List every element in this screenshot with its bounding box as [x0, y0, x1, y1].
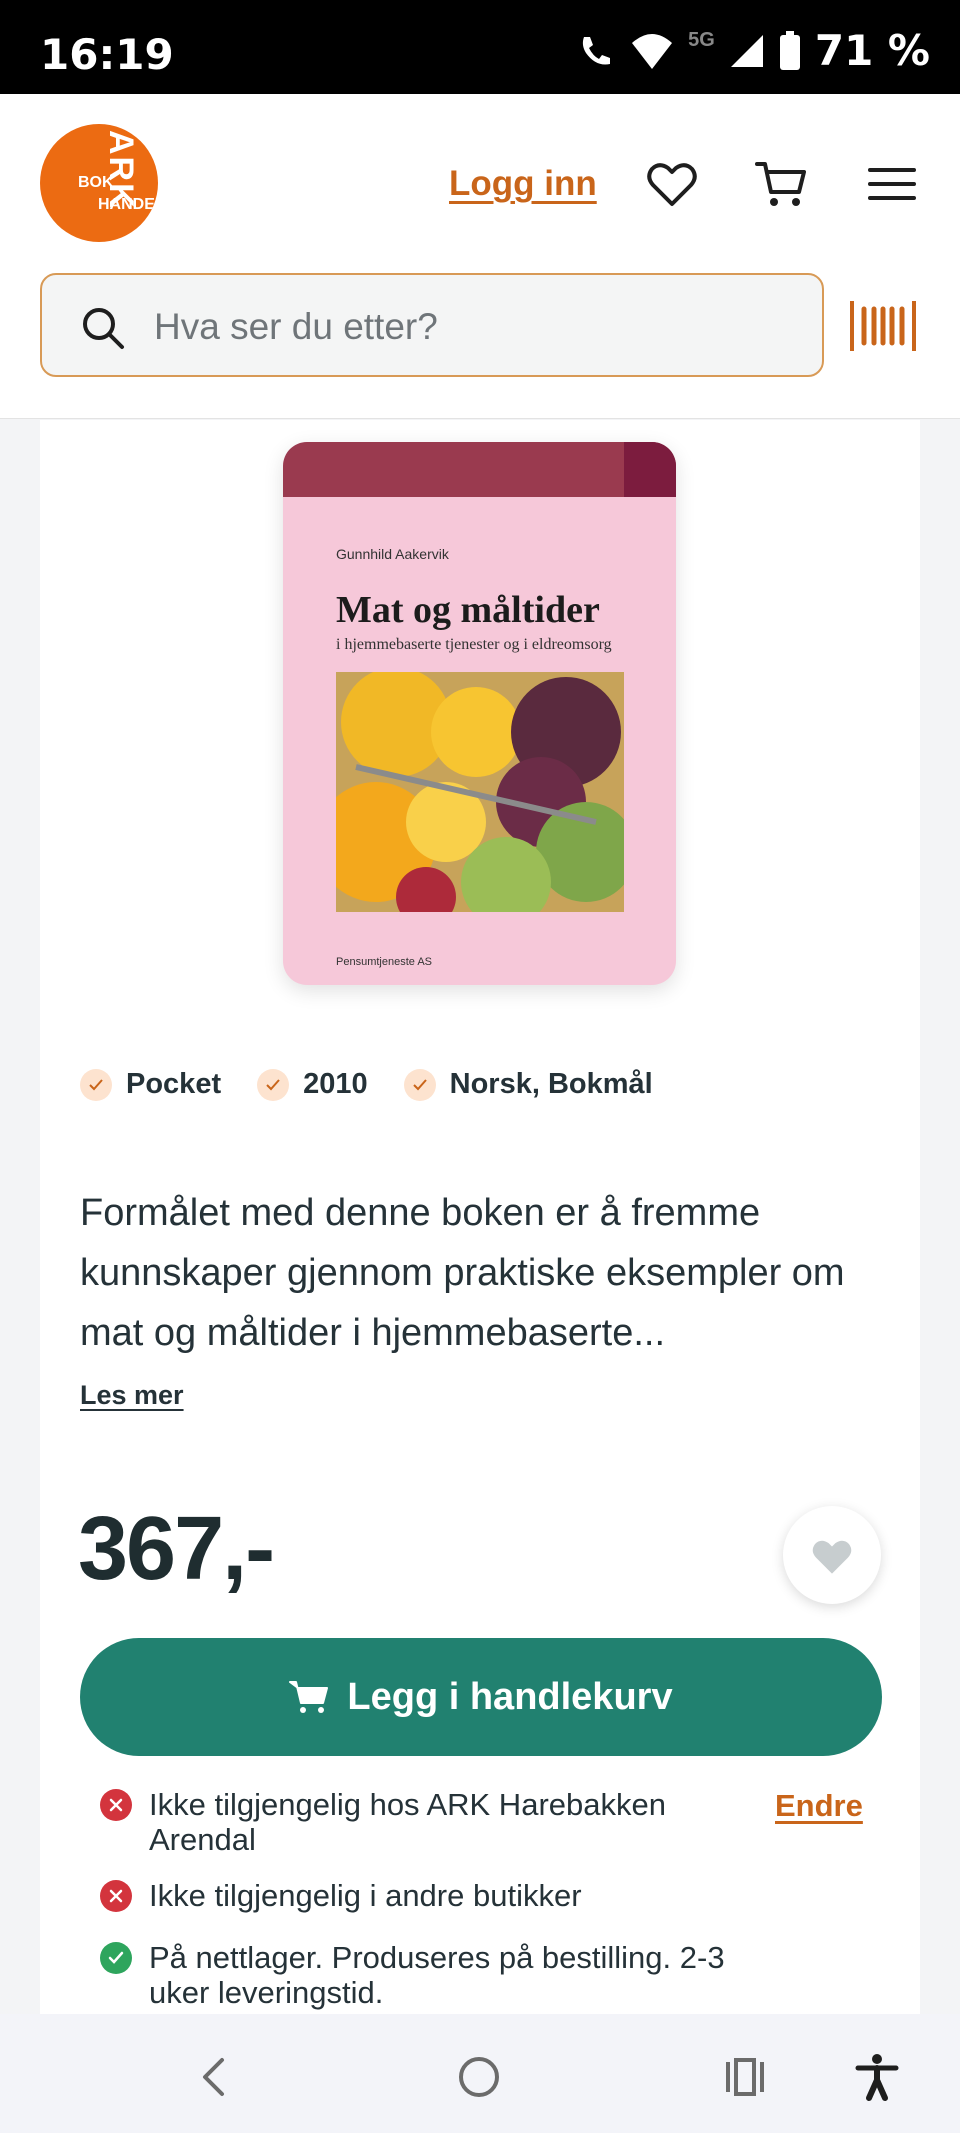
availability-text: Ikke tilgjengelig hos ARK Harebakken Are…: [149, 1787, 666, 1857]
year-chip: 2010: [257, 1068, 368, 1101]
signal-icon: [730, 34, 763, 67]
search-bar[interactable]: [40, 273, 824, 377]
menu-icon[interactable]: [864, 156, 920, 212]
read-more-link[interactable]: Les mer: [80, 1380, 184, 1411]
product-card: Gunnhild Aakervik Mat og måltider i hjem…: [40, 420, 920, 2014]
error-icon: [100, 1789, 132, 1821]
availability-text: Ikke tilgjengelig i andre butikker: [149, 1878, 582, 1913]
ark-logo[interactable]: ARK BOK HANDEL: [40, 124, 158, 242]
battery-level: 71 %: [814, 26, 930, 75]
add-to-cart-label: Legg i handlekurv: [347, 1675, 673, 1718]
error-icon: [100, 1880, 132, 1912]
product-description: Formålet med denne boken er å fremme kun…: [80, 1192, 845, 1354]
search-icon: [83, 308, 124, 349]
favorite-button[interactable]: [783, 1506, 881, 1604]
status-icons: 5G 71 %: [576, 26, 930, 75]
cover-title: Mat og måltider: [336, 589, 600, 631]
logo-bok-text: BOK: [78, 174, 114, 191]
network-type: 5G: [688, 29, 715, 51]
system-nav-bar: [0, 2014, 960, 2133]
check-circle-icon: [100, 1942, 132, 1974]
cover-band: [283, 442, 676, 497]
format-label: Pocket: [126, 1068, 222, 1100]
language-chip: Norsk, Bokmål: [403, 1068, 653, 1101]
availability-text: På nettlager. Produseres på bestilling. …: [149, 1940, 725, 2010]
site-header: ARK BOK HANDEL Logg inn: [0, 94, 960, 419]
fruit-photo: [336, 672, 624, 912]
check-icon: [80, 1068, 112, 1101]
book-cover[interactable]: Gunnhild Aakervik Mat og måltider i hjem…: [283, 442, 676, 985]
status-bar: 16:19 5G 71 %: [0, 0, 960, 94]
back-icon[interactable]: [190, 2052, 240, 2102]
logo-handel-text: HANDEL: [98, 196, 158, 213]
accessibility-icon[interactable]: [852, 2052, 902, 2102]
format-chip: Pocket: [80, 1068, 221, 1101]
cover-subtitle: i hjemmebaserte tjenester og i eldreomso…: [336, 636, 612, 653]
login-link[interactable]: Logg inn: [449, 164, 597, 204]
add-to-cart-button[interactable]: Legg i handlekurv: [80, 1638, 882, 1756]
year-label: 2010: [303, 1068, 368, 1100]
heart-icon[interactable]: [644, 156, 700, 212]
cover-author: Gunnhild Aakervik: [336, 546, 449, 562]
status-time: 16:19: [40, 30, 174, 79]
cart-icon[interactable]: [753, 156, 809, 212]
heart-filled-icon: [812, 1540, 852, 1574]
product-attributes: Pocket 2010 Norsk, Bokmål: [80, 1068, 653, 1101]
recents-icon[interactable]: [720, 2052, 770, 2102]
barcode-scanner-icon[interactable]: [850, 299, 916, 353]
check-icon: [257, 1068, 290, 1101]
product-price: 367,-: [78, 1499, 275, 1599]
cover-band-accent: [624, 442, 676, 497]
language-label: Norsk, Bokmål: [449, 1068, 653, 1100]
search-input[interactable]: [152, 295, 796, 359]
home-icon[interactable]: [454, 2052, 504, 2102]
wifi-icon: [632, 33, 673, 69]
cart-icon: [289, 1681, 329, 1713]
wifi-call-icon: [583, 36, 611, 65]
cover-publisher: Pensumtjeneste AS: [336, 956, 433, 968]
change-store-link[interactable]: Endre: [775, 1788, 863, 1824]
check-icon: [403, 1068, 436, 1101]
battery-icon: [779, 30, 800, 70]
